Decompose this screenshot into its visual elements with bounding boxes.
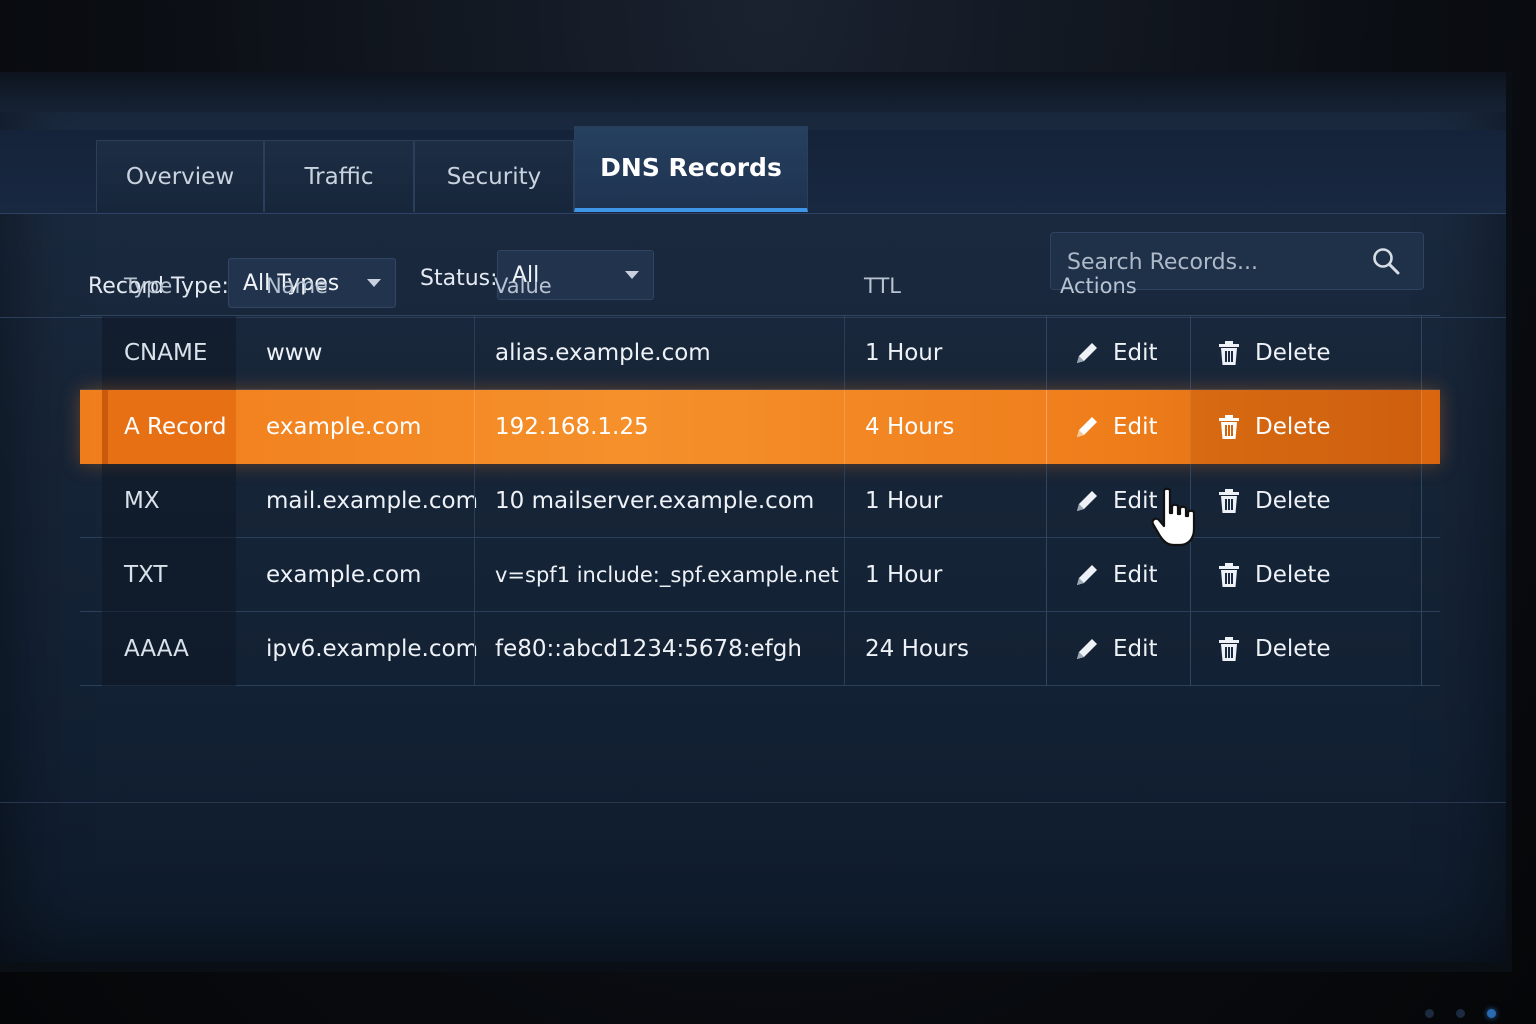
record-name: mail.example.com bbox=[266, 488, 479, 514]
column-header-type: Type bbox=[124, 274, 173, 298]
edit-label: Edit bbox=[1113, 340, 1158, 366]
record-type: AAAA bbox=[102, 612, 236, 686]
record-value: fe80::abcd1234:5678:efgh bbox=[474, 612, 844, 686]
tab-security[interactable]: Security bbox=[414, 140, 574, 212]
led-indicator bbox=[1425, 1009, 1434, 1018]
tabs: Overview Traffic Security DNS Records bbox=[96, 126, 808, 212]
delete-button[interactable]: Delete bbox=[1190, 390, 1422, 464]
table-header: Type Name Value TTL Actions bbox=[80, 256, 1440, 316]
record-type: A Record bbox=[102, 390, 236, 464]
column-header-actions: Actions bbox=[1060, 274, 1137, 298]
hand-pointer-icon bbox=[1151, 487, 1196, 547]
record-name: ipv6.example.com bbox=[266, 636, 478, 662]
screen-top-band bbox=[0, 72, 1506, 112]
divider bbox=[0, 802, 1506, 803]
record-ttl: 1 Hour bbox=[844, 316, 1046, 390]
table-row[interactable]: TXT example.com v=spf1 include:_spf.exam… bbox=[80, 538, 1440, 612]
delete-label: Delete bbox=[1255, 488, 1331, 514]
pencil-icon bbox=[1077, 639, 1097, 659]
edit-button[interactable]: Edit bbox=[1046, 538, 1190, 612]
record-value: 192.168.1.25 bbox=[474, 390, 844, 464]
trash-icon bbox=[1219, 341, 1239, 365]
delete-button[interactable]: Delete bbox=[1190, 316, 1422, 390]
delete-label: Delete bbox=[1255, 562, 1331, 588]
delete-label: Delete bbox=[1255, 636, 1331, 662]
pencil-icon bbox=[1077, 343, 1097, 363]
record-name: example.com bbox=[266, 414, 422, 440]
record-name: example.com bbox=[266, 562, 422, 588]
edit-label: Edit bbox=[1113, 414, 1158, 440]
table-row[interactable]: MX mail.example.com 10 mailserver.exampl… bbox=[80, 464, 1440, 538]
pencil-icon bbox=[1077, 491, 1097, 511]
record-type: MX bbox=[102, 464, 236, 538]
table-row[interactable]: AAAA ipv6.example.com fe80::abcd1234:567… bbox=[80, 612, 1440, 686]
tab-traffic[interactable]: Traffic bbox=[264, 140, 414, 212]
pencil-icon bbox=[1077, 565, 1097, 585]
edit-button[interactable]: Edit bbox=[1046, 612, 1190, 686]
column-header-name: Name bbox=[266, 274, 328, 298]
pencil-icon bbox=[1077, 417, 1097, 437]
edit-button[interactable]: Edit bbox=[1046, 390, 1190, 464]
tab-bar: Overview Traffic Security DNS Records bbox=[0, 126, 1506, 214]
delete-button[interactable]: Delete bbox=[1190, 612, 1422, 686]
delete-button[interactable]: Delete bbox=[1190, 464, 1422, 538]
trash-icon bbox=[1219, 489, 1239, 513]
table-row[interactable]: CNAME www alias.example.com 1 Hour Edit … bbox=[80, 316, 1440, 390]
column-header-value: Value bbox=[494, 274, 552, 298]
dns-records-table: Type Name Value TTL Actions CNAME www al… bbox=[80, 256, 1440, 686]
power-leds bbox=[1425, 1009, 1496, 1018]
record-value: 10 mailserver.example.com bbox=[474, 464, 844, 538]
power-led bbox=[1487, 1009, 1496, 1018]
record-ttl: 1 Hour bbox=[844, 538, 1046, 612]
record-ttl: 4 Hours bbox=[844, 390, 1046, 464]
edit-label: Edit bbox=[1113, 636, 1158, 662]
trash-icon bbox=[1219, 637, 1239, 661]
trash-icon bbox=[1219, 563, 1239, 587]
record-ttl: 1 Hour bbox=[844, 464, 1046, 538]
record-ttl: 24 Hours bbox=[844, 612, 1046, 686]
tab-overview[interactable]: Overview bbox=[96, 140, 264, 212]
delete-label: Delete bbox=[1255, 414, 1331, 440]
tab-dns-records[interactable]: DNS Records bbox=[574, 126, 808, 212]
record-type: TXT bbox=[102, 538, 236, 612]
edit-label: Edit bbox=[1113, 562, 1158, 588]
table-row-selected[interactable]: A Record example.com 192.168.1.25 4 Hour… bbox=[80, 390, 1440, 464]
trash-icon bbox=[1219, 415, 1239, 439]
edit-button[interactable]: Edit bbox=[1046, 316, 1190, 390]
record-name: www bbox=[266, 340, 323, 366]
led-indicator bbox=[1456, 1009, 1465, 1018]
delete-button[interactable]: Delete bbox=[1190, 538, 1422, 612]
monitor-bezel: Overview Traffic Security DNS Records Re… bbox=[0, 0, 1536, 1024]
record-value: v=spf1 include:_spf.example.net bbox=[474, 538, 844, 612]
record-value: alias.example.com bbox=[474, 316, 844, 390]
record-type: CNAME bbox=[102, 316, 236, 390]
delete-label: Delete bbox=[1255, 340, 1331, 366]
column-header-ttl: TTL bbox=[864, 274, 901, 298]
